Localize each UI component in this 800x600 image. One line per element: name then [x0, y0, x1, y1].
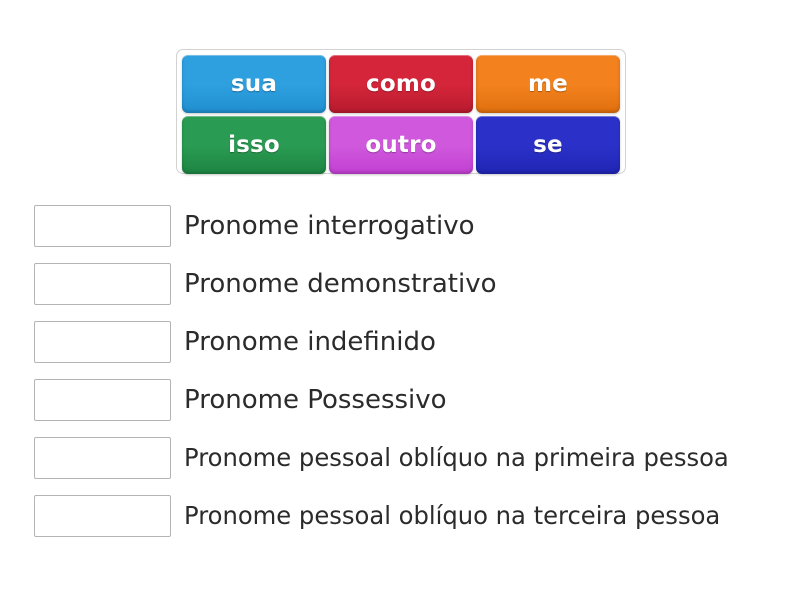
- answer-row: Pronome Possessivo: [34, 376, 784, 424]
- tile-sua[interactable]: sua: [182, 55, 326, 113]
- answer-label: Pronome indefinido: [184, 326, 436, 357]
- answer-label: Pronome Possessivo: [184, 384, 447, 415]
- drop-zone[interactable]: [34, 379, 171, 421]
- drop-zone[interactable]: [34, 495, 171, 537]
- tile-isso[interactable]: isso: [182, 116, 326, 174]
- tile-como[interactable]: como: [329, 55, 473, 113]
- drop-zone[interactable]: [34, 437, 171, 479]
- tile-label: sua: [230, 71, 278, 97]
- tile-label: outro: [365, 132, 437, 158]
- word-tile-tray: sua como me isso outro se: [176, 49, 626, 174]
- answer-label: Pronome interrogativo: [184, 210, 475, 241]
- answer-row: Pronome pessoal oblíquo na primeira pess…: [34, 434, 784, 482]
- answer-label: Pronome pessoal oblíquo na terceira pess…: [184, 501, 721, 531]
- answer-label: Pronome demonstrativo: [184, 268, 497, 299]
- answer-row: Pronome interrogativo: [34, 202, 784, 250]
- answer-row: Pronome indefinido: [34, 318, 784, 366]
- tile-label: me: [528, 71, 568, 97]
- tile-row-1: sua como me: [182, 55, 620, 113]
- tile-me[interactable]: me: [476, 55, 620, 113]
- drop-zone[interactable]: [34, 321, 171, 363]
- tile-outro[interactable]: outro: [329, 116, 473, 174]
- drop-zone[interactable]: [34, 205, 171, 247]
- tile-label: isso: [228, 132, 280, 158]
- tile-label: se: [533, 132, 563, 158]
- tile-row-2: isso outro se: [182, 116, 620, 174]
- tile-label: como: [365, 71, 436, 97]
- answer-label: Pronome pessoal oblíquo na primeira pess…: [184, 443, 729, 473]
- answer-list: Pronome interrogativo Pronome demonstrat…: [34, 202, 784, 550]
- answer-row: Pronome pessoal oblíquo na terceira pess…: [34, 492, 784, 540]
- answer-row: Pronome demonstrativo: [34, 260, 784, 308]
- tile-se[interactable]: se: [476, 116, 620, 174]
- drop-zone[interactable]: [34, 263, 171, 305]
- activity-canvas: sua como me isso outro se Pronome interr: [0, 0, 800, 600]
